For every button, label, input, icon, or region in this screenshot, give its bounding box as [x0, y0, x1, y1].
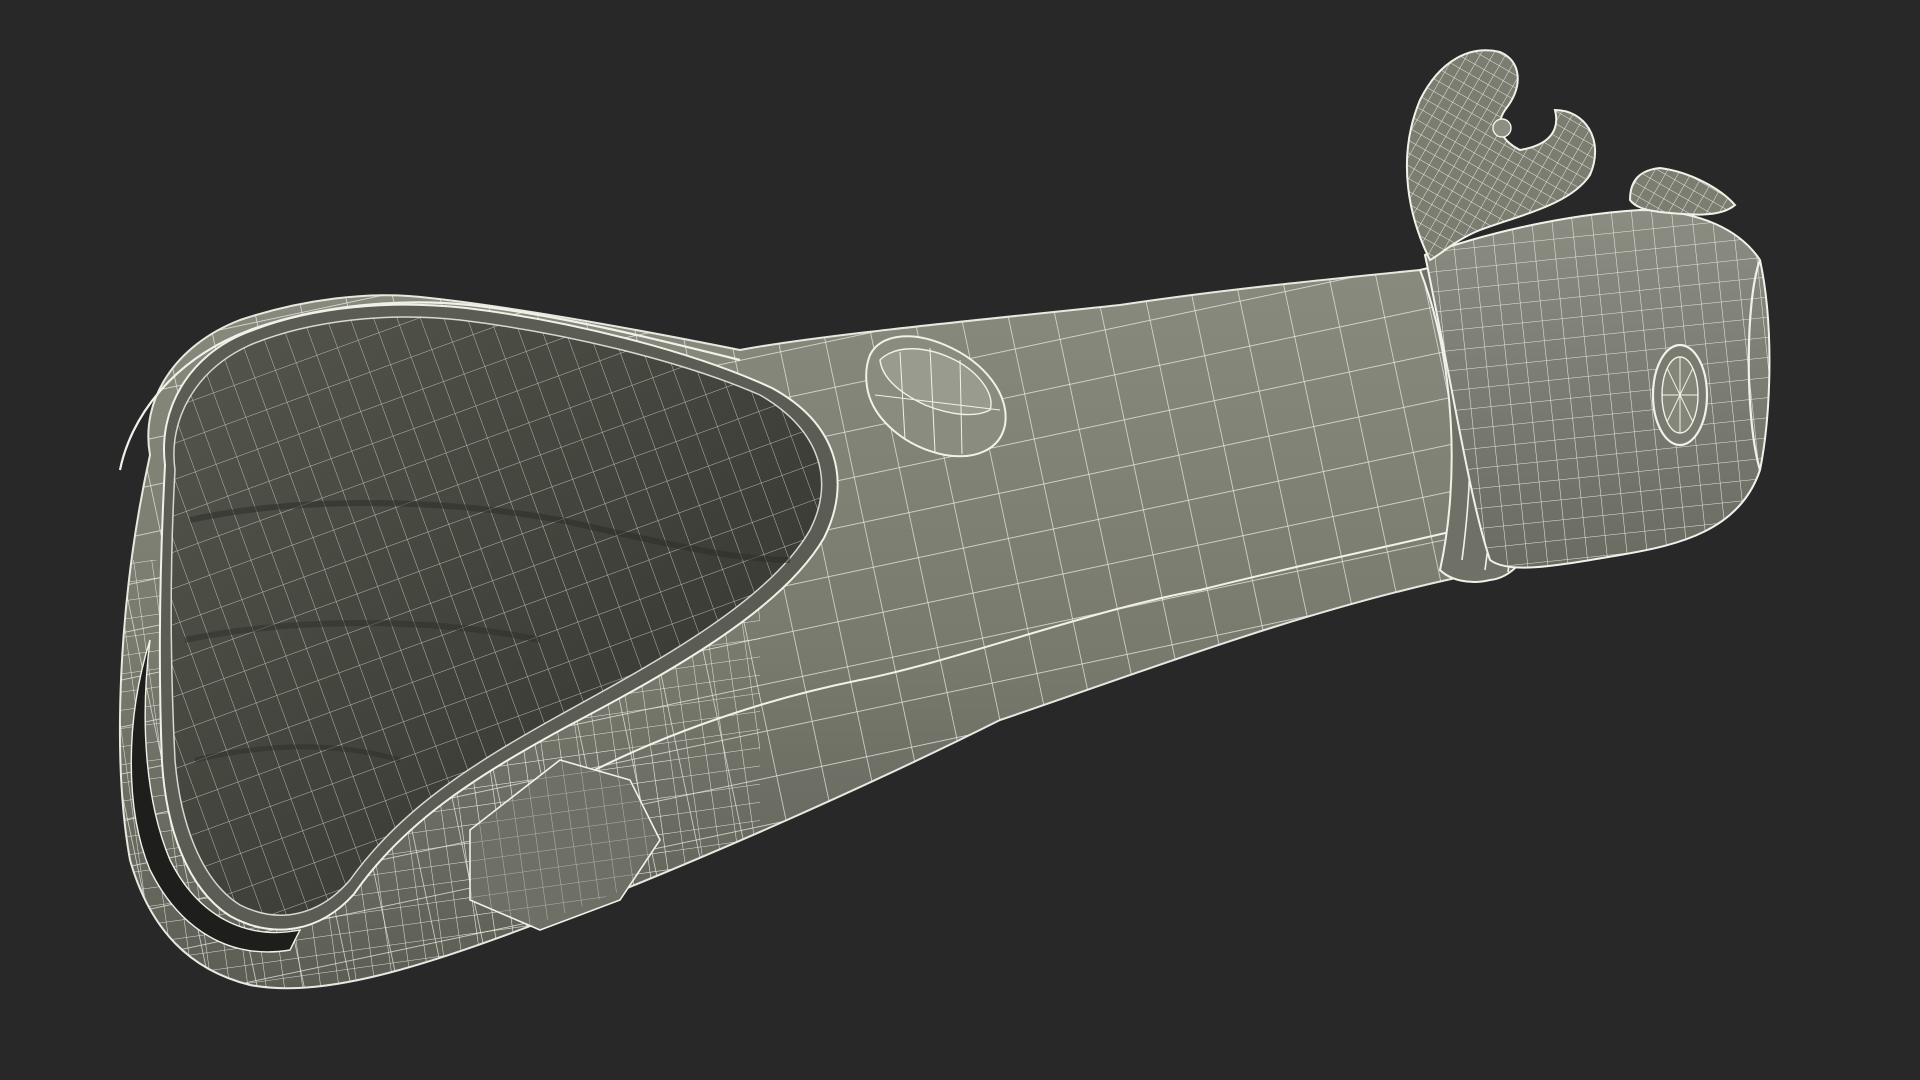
hook-pivot [1492, 118, 1512, 138]
wireframe-viewport [0, 0, 1920, 1080]
wrist-dial-spokes [1662, 357, 1698, 433]
wrist-dial [1651, 343, 1709, 447]
